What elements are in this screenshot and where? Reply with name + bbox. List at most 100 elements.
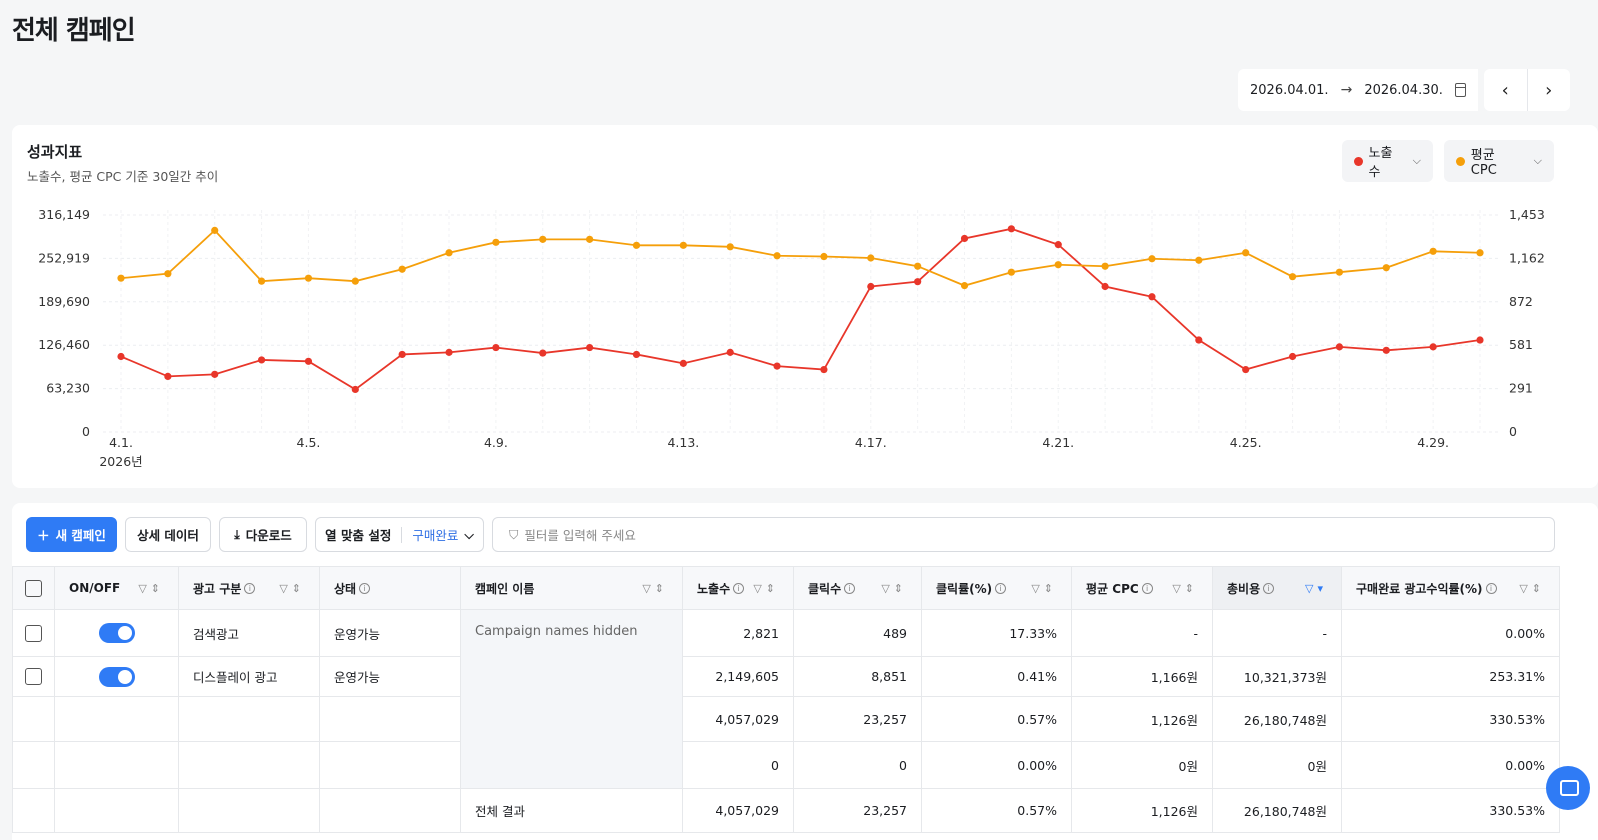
filter-sort-icon[interactable]: ▽⇕ [642,582,668,595]
cpc-cell: 0원 [1071,741,1213,789]
info-icon[interactable]: i [1141,582,1153,594]
legend-impressions-dropdown[interactable]: 노출수 ⌵ [1342,140,1433,182]
col-roas[interactable]: 구매완료 광고수익률(%) i ▽⇕ [1341,566,1560,610]
row-checkbox-cell[interactable] [12,609,55,657]
table-row[interactable]: 검색광고 운영가능 Campaign names hidden 2,821 48… [12,609,1560,789]
col-ad-type[interactable]: 광고 구분 i ▽⇕ [178,566,320,610]
info-icon[interactable]: i [1263,582,1275,594]
date-range-picker[interactable]: 2026.04.01. → 2026.04.30. [1238,69,1478,111]
campaign-name-hidden: Campaign names hidden [460,609,683,789]
filter-placeholder: 필터를 입력해 주세요 [524,528,636,543]
header-label: 구매완료 광고수익률(%) [1356,581,1483,596]
data-point [1429,343,1437,351]
filter-sort-icon[interactable]: ▽⇕ [881,582,907,595]
data-point [539,349,547,357]
empty-cell [54,741,179,789]
data-point [960,234,969,243]
col-impressions[interactable]: 노출수 i ▽⇕ [682,566,794,610]
data-point [1101,262,1109,270]
status-cell: 운영가능 [319,609,461,657]
filter-sort-icon[interactable]: ▽⇕ [1519,582,1545,595]
data-point [1382,346,1390,354]
filter-sort-icon[interactable]: ▽⇕ [1172,582,1198,595]
plus-icon: ＋ [37,528,50,543]
col-total-cost[interactable]: 총비용 i ▽▾ [1212,566,1342,610]
col-ctr[interactable]: 클릭률(%) i ▽⇕ [921,566,1072,610]
clicks-cell: 23,257 [793,696,922,742]
select-all-checkbox[interactable] [25,579,42,597]
data-point [351,385,359,394]
data-point [773,362,781,370]
col-status[interactable]: 상태 i [319,566,461,610]
header-label: 광고 구분 [193,581,242,596]
row-checkbox[interactable] [25,624,42,642]
cpc-cell: - [1071,609,1213,657]
data-point [1242,365,1250,374]
info-icon[interactable]: i [244,582,256,594]
select-all-checkbox-cell[interactable] [12,566,55,610]
data-point [1429,247,1437,255]
data-point [445,348,453,356]
new-campaign-button[interactable]: ＋ 새 캠페인 [26,517,117,552]
button-label: 다운로드 [245,528,292,543]
roas-cell: 330.53% [1341,788,1560,833]
data-point [1195,256,1203,264]
impressions-cell: 2,821 [682,609,794,657]
download-icon: ⤓ [234,526,240,542]
col-campaign-name[interactable]: 캠페인 이름 ▽⇕ [460,566,683,610]
y-left-tick-label: 0 [82,424,90,439]
chat-button[interactable] [1546,766,1590,810]
series-line [120,227,1481,391]
data-point [914,262,922,270]
data-point [773,252,781,260]
filter-sort-icon[interactable]: ▽⇕ [138,582,164,595]
cpc-cell: 1,126원 [1071,788,1213,833]
info-icon[interactable]: i [359,582,371,594]
data-point [632,241,641,249]
toggle-cell[interactable] [54,656,179,697]
filter-sort-icon[interactable]: ▽⇕ [753,582,779,595]
col-onoff[interactable]: ON/OFF ▽⇕ [54,566,179,610]
impressions-cell: 0 [682,741,794,789]
on-off-toggle[interactable] [98,666,135,687]
data-point [492,343,500,352]
info-icon[interactable]: i [995,582,1007,594]
col-clicks[interactable]: 클릭수 i ▽⇕ [793,566,922,610]
info-icon[interactable]: i [1485,582,1497,594]
y-left-tick-label: 63,230 [46,381,90,396]
data-point [117,352,125,361]
calendar-icon[interactable] [1454,83,1466,97]
on-off-toggle[interactable] [98,623,135,643]
info-icon[interactable]: i [733,582,745,594]
legend-cpc-dropdown[interactable]: 평균 CPC ⌵ [1444,140,1554,182]
toggle-cell[interactable] [54,609,179,657]
row-checkbox[interactable] [25,668,42,685]
button-label: 상세 데이터 [137,528,199,543]
data-point [586,235,594,243]
roas-cell: 253.31% [1341,656,1560,697]
filter-input[interactable]: ⛉ 필터를 입력해 주세요 [492,517,1555,552]
status-cell: 운영가능 [319,656,461,697]
filter-icon: ⛉ [509,526,519,542]
prev-period-button[interactable]: ‹ [1484,69,1528,111]
y-right-tick-label: 291 [1509,381,1533,396]
table-row[interactable]: 디스플레이 광고 운영가능 2,149,605 8,851 0.41% 1,16… [12,656,1560,697]
row-checkbox-cell[interactable] [12,656,55,697]
next-period-button[interactable]: › [1528,69,1571,111]
column-setting-dropdown[interactable]: 열 맞춤 설정 구매완료 ⌵ [315,517,484,552]
ctr-cell: 0.57% [921,788,1072,833]
data-point [1288,352,1297,361]
filter-sort-active-icon[interactable]: ▽▾ [1305,582,1327,595]
data-point [1242,249,1250,257]
button-label: 새 캠페인 [55,528,106,543]
arrow-right-icon: → [1340,82,1353,98]
col-avg-cpc[interactable]: 평균 CPC i ▽⇕ [1071,566,1213,610]
x-tick-label: 4.13. [667,435,699,450]
info-icon[interactable]: i [844,582,856,594]
detail-data-button[interactable]: 상세 데이터 [125,517,211,552]
download-button[interactable]: ⤓ 다운로드 [219,517,307,552]
filter-sort-icon[interactable]: ▽⇕ [1031,582,1057,595]
orange-dot-icon [1456,156,1465,166]
data-point [679,359,687,367]
filter-sort-icon[interactable]: ▽⇕ [279,582,305,595]
